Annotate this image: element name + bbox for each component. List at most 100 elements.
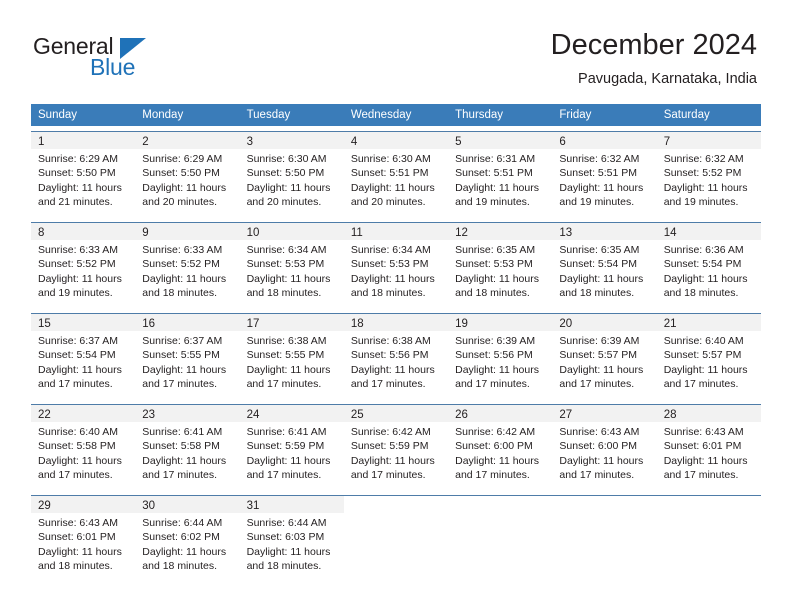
day-number-band: 18 bbox=[343, 314, 449, 331]
day-number: 1 bbox=[38, 136, 45, 148]
day-cell[interactable]: 2 Sunrise: 6:29 AM Sunset: 5:50 PM Dayli… bbox=[135, 132, 240, 217]
daylight-text-line2: and 17 minutes. bbox=[663, 468, 739, 481]
weekday-header-row: Sunday Monday Tuesday Wednesday Thursday… bbox=[31, 104, 761, 126]
day-cell[interactable]: 27 Sunrise: 6:43 AM Sunset: 6:00 PM Dayl… bbox=[552, 405, 657, 490]
sunset-text: Sunset: 6:01 PM bbox=[38, 531, 116, 544]
sunrise-text: Sunrise: 6:42 AM bbox=[350, 426, 431, 438]
sunrise-text: Sunrise: 6:35 AM bbox=[559, 244, 640, 256]
day-cell[interactable]: 1 Sunrise: 6:29 AM Sunset: 5:50 PM Dayli… bbox=[31, 132, 136, 217]
sunset-text: Sunset: 5:59 PM bbox=[350, 440, 429, 453]
day-cell[interactable]: 24 Sunrise: 6:41 AM Sunset: 5:59 PM Dayl… bbox=[239, 405, 344, 490]
day-cell[interactable]: 22 Sunrise: 6:40 AM Sunset: 5:58 PM Dayl… bbox=[31, 405, 136, 490]
day-number-band: 25 bbox=[343, 405, 449, 422]
day-number: 4 bbox=[350, 136, 358, 148]
daylight-text-line1: Daylight: 11 hours bbox=[246, 363, 331, 376]
general-blue-logo[interactable]: General Blue bbox=[33, 33, 213, 85]
daylight-text-line2: and 19 minutes. bbox=[455, 195, 530, 208]
day-cell[interactable]: 6 Sunrise: 6:32 AM Sunset: 5:51 PM Dayli… bbox=[552, 132, 657, 217]
daylight-text-line2: and 17 minutes. bbox=[455, 377, 530, 390]
sunrise-text: Sunrise: 6:31 AM bbox=[455, 153, 536, 165]
sunrise-text: Sunrise: 6:30 AM bbox=[350, 153, 431, 165]
day-cell[interactable]: 15 Sunrise: 6:37 AM Sunset: 5:54 PM Dayl… bbox=[31, 314, 136, 399]
daylight-text-line1: Daylight: 11 hours bbox=[663, 363, 748, 376]
day-info: Sunrise: 6:35 AM Sunset: 5:54 PM Dayligh… bbox=[552, 240, 656, 300]
daylight-text-line1: Daylight: 11 hours bbox=[455, 363, 539, 376]
day-cell-empty bbox=[448, 496, 553, 581]
sunset-text: Sunset: 6:00 PM bbox=[455, 440, 533, 453]
daylight-text-line2: and 18 minutes. bbox=[455, 286, 530, 299]
day-number: 25 bbox=[350, 409, 364, 421]
daylight-text-line2: and 17 minutes. bbox=[455, 468, 530, 481]
day-number: 2 bbox=[142, 136, 149, 148]
day-cell[interactable]: 7 Sunrise: 6:32 AM Sunset: 5:52 PM Dayli… bbox=[656, 132, 761, 217]
day-number-band bbox=[656, 496, 761, 513]
page-title: December 2024 bbox=[550, 29, 757, 61]
sunrise-text: Sunrise: 6:36 AM bbox=[663, 244, 744, 256]
sunset-text: Sunset: 5:57 PM bbox=[559, 349, 638, 362]
day-cell[interactable]: 3 Sunrise: 6:30 AM Sunset: 5:50 PM Dayli… bbox=[239, 132, 344, 217]
day-number: 27 bbox=[559, 409, 573, 421]
day-info: Sunrise: 6:43 AM Sunset: 6:01 PM Dayligh… bbox=[657, 422, 761, 482]
day-cell[interactable]: 31 Sunrise: 6:44 AM Sunset: 6:03 PM Dayl… bbox=[239, 496, 344, 581]
daylight-text-line2: and 17 minutes. bbox=[559, 468, 635, 481]
day-cell[interactable]: 4 Sunrise: 6:30 AM Sunset: 5:51 PM Dayli… bbox=[343, 132, 449, 217]
sunrise-text: Sunrise: 6:44 AM bbox=[246, 517, 327, 529]
day-cell[interactable]: 8 Sunrise: 6:33 AM Sunset: 5:52 PM Dayli… bbox=[31, 223, 136, 308]
sunset-text: Sunset: 5:54 PM bbox=[38, 349, 116, 362]
day-cell[interactable]: 17 Sunrise: 6:38 AM Sunset: 5:55 PM Dayl… bbox=[239, 314, 344, 399]
day-cell[interactable]: 23 Sunrise: 6:41 AM Sunset: 5:58 PM Dayl… bbox=[135, 405, 240, 490]
daylight-text-line2: and 18 minutes. bbox=[142, 559, 217, 572]
daylight-text-line1: Daylight: 11 hours bbox=[246, 545, 331, 558]
sunset-text: Sunset: 5:58 PM bbox=[142, 440, 220, 453]
day-cell[interactable]: 11 Sunrise: 6:34 AM Sunset: 5:53 PM Dayl… bbox=[343, 223, 449, 308]
day-info: Sunrise: 6:42 AM Sunset: 6:00 PM Dayligh… bbox=[448, 422, 552, 482]
sunset-text: Sunset: 5:53 PM bbox=[455, 258, 533, 271]
day-cell[interactable]: 9 Sunrise: 6:33 AM Sunset: 5:52 PM Dayli… bbox=[135, 223, 240, 308]
day-cell[interactable]: 26 Sunrise: 6:42 AM Sunset: 6:00 PM Dayl… bbox=[448, 405, 553, 490]
day-number-band: 1 bbox=[31, 132, 136, 149]
sunset-text: Sunset: 6:03 PM bbox=[246, 531, 325, 544]
sunset-text: Sunset: 5:51 PM bbox=[559, 167, 638, 180]
daylight-text-line1: Daylight: 11 hours bbox=[350, 363, 435, 376]
day-cell[interactable]: 20 Sunrise: 6:39 AM Sunset: 5:57 PM Dayl… bbox=[552, 314, 657, 399]
daylight-text-line2: and 18 minutes. bbox=[246, 286, 322, 299]
day-cell[interactable]: 16 Sunrise: 6:37 AM Sunset: 5:55 PM Dayl… bbox=[135, 314, 240, 399]
day-number: 3 bbox=[246, 136, 253, 148]
day-info: Sunrise: 6:33 AM Sunset: 5:52 PM Dayligh… bbox=[135, 240, 239, 300]
day-info: Sunrise: 6:44 AM Sunset: 6:03 PM Dayligh… bbox=[240, 513, 344, 573]
daylight-text-line1: Daylight: 11 hours bbox=[559, 272, 644, 285]
day-cell[interactable]: 5 Sunrise: 6:31 AM Sunset: 5:51 PM Dayli… bbox=[448, 132, 553, 217]
day-cell[interactable]: 13 Sunrise: 6:35 AM Sunset: 5:54 PM Dayl… bbox=[552, 223, 657, 308]
weekday-header-saturday: Saturday bbox=[663, 109, 710, 121]
day-number: 18 bbox=[350, 318, 364, 330]
day-number: 23 bbox=[142, 409, 156, 421]
day-cell[interactable]: 18 Sunrise: 6:38 AM Sunset: 5:56 PM Dayl… bbox=[343, 314, 449, 399]
day-cell[interactable]: 29 Sunrise: 6:43 AM Sunset: 6:01 PM Dayl… bbox=[31, 496, 136, 581]
day-number-band: 7 bbox=[656, 132, 761, 149]
day-cell[interactable]: 14 Sunrise: 6:36 AM Sunset: 5:54 PM Dayl… bbox=[656, 223, 761, 308]
sunrise-text: Sunrise: 6:38 AM bbox=[350, 335, 431, 347]
day-info: Sunrise: 6:40 AM Sunset: 5:57 PM Dayligh… bbox=[657, 331, 761, 391]
day-number: 6 bbox=[559, 136, 566, 148]
day-cell[interactable]: 19 Sunrise: 6:39 AM Sunset: 5:56 PM Dayl… bbox=[448, 314, 553, 399]
day-cell[interactable]: 28 Sunrise: 6:43 AM Sunset: 6:01 PM Dayl… bbox=[656, 405, 761, 490]
day-cell[interactable]: 12 Sunrise: 6:35 AM Sunset: 5:53 PM Dayl… bbox=[448, 223, 553, 308]
week-row: 1 Sunrise: 6:29 AM Sunset: 5:50 PM Dayli… bbox=[31, 131, 761, 217]
daylight-text-line2: and 18 minutes. bbox=[142, 286, 217, 299]
daylight-text-line2: and 17 minutes. bbox=[38, 377, 113, 390]
day-number-band: 10 bbox=[239, 223, 344, 240]
day-cell-empty bbox=[656, 496, 761, 581]
day-number-band: 3 bbox=[239, 132, 344, 149]
day-cell[interactable]: 21 Sunrise: 6:40 AM Sunset: 5:57 PM Dayl… bbox=[656, 314, 761, 399]
daylight-text-line1: Daylight: 11 hours bbox=[559, 181, 644, 194]
day-info: Sunrise: 6:33 AM Sunset: 5:52 PM Dayligh… bbox=[31, 240, 135, 300]
day-cell[interactable]: 10 Sunrise: 6:34 AM Sunset: 5:53 PM Dayl… bbox=[239, 223, 344, 308]
daylight-text-line1: Daylight: 11 hours bbox=[559, 363, 644, 376]
daylight-text-line2: and 19 minutes. bbox=[38, 286, 113, 299]
sunrise-text: Sunrise: 6:41 AM bbox=[142, 426, 223, 438]
day-number: 17 bbox=[246, 318, 260, 330]
day-number: 15 bbox=[38, 318, 51, 330]
day-cell[interactable]: 30 Sunrise: 6:44 AM Sunset: 6:02 PM Dayl… bbox=[135, 496, 240, 581]
day-number-band: 8 bbox=[31, 223, 136, 240]
day-cell[interactable]: 25 Sunrise: 6:42 AM Sunset: 5:59 PM Dayl… bbox=[343, 405, 449, 490]
